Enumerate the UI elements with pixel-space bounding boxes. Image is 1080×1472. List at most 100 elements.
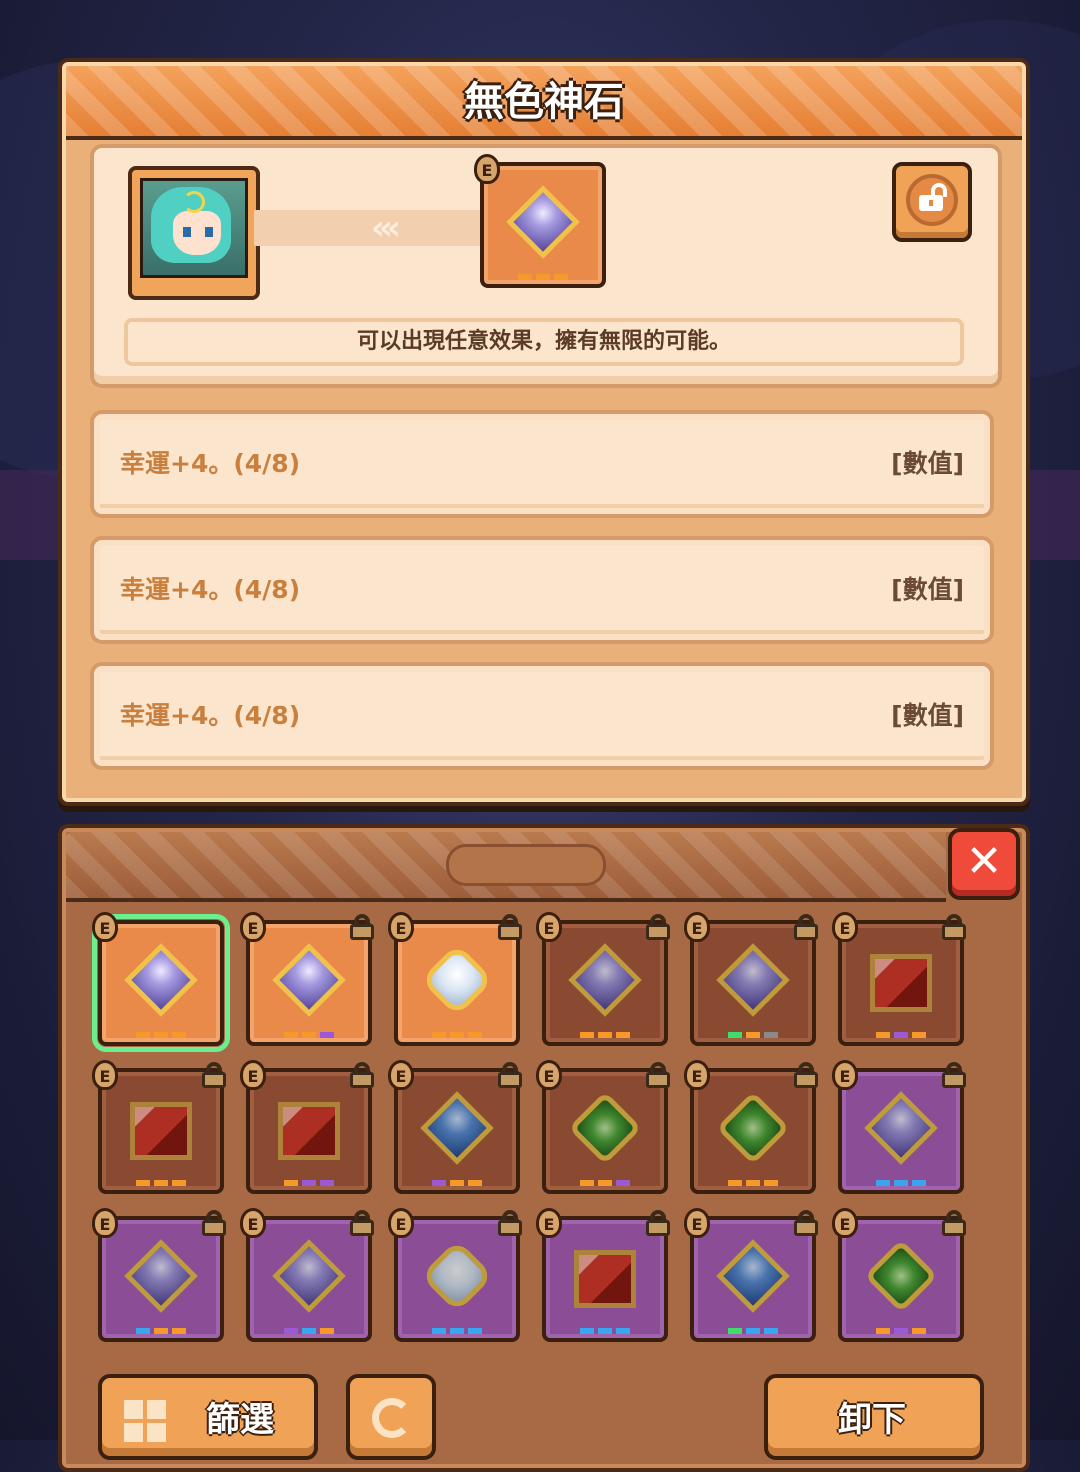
green-gem-icon <box>716 1091 790 1165</box>
avatar-eye <box>183 227 191 237</box>
quality-pip <box>302 1180 316 1186</box>
quality-pip <box>284 1032 298 1038</box>
quality-pip <box>172 1180 186 1186</box>
lock-icon <box>644 1210 672 1236</box>
lock-icon <box>348 1210 376 1236</box>
inventory-slot[interactable]: E <box>832 1208 966 1342</box>
white-gem-icon <box>420 943 494 1017</box>
quality-pip <box>876 1032 890 1038</box>
violet-gem-icon <box>568 943 642 1017</box>
lock-icon <box>496 1210 524 1236</box>
quality-pip <box>894 1032 908 1038</box>
quality-pips <box>842 1032 960 1038</box>
lock-icon <box>348 914 376 940</box>
inventory-slot[interactable]: E <box>684 912 818 1046</box>
effect-tag: [數值] <box>891 449 964 478</box>
lock-toggle-button[interactable] <box>892 162 972 242</box>
quality-pips <box>546 1180 664 1186</box>
inventory-slot[interactable]: E <box>832 912 966 1046</box>
quality-pip <box>154 1180 168 1186</box>
violet-gem-icon <box>124 943 198 1017</box>
quality-pip <box>432 1328 446 1334</box>
character-portrait[interactable] <box>128 166 260 300</box>
inventory-slot[interactable]: E <box>832 1060 966 1194</box>
close-button[interactable]: ✕ <box>948 828 1020 900</box>
inventory-slot[interactable]: E <box>92 912 230 1052</box>
inventory-header <box>66 832 946 902</box>
equip-badge: E <box>832 1060 858 1090</box>
quality-pip <box>894 1328 908 1334</box>
violet-gem-icon <box>272 943 346 1017</box>
red-gem-icon <box>870 954 932 1012</box>
unequip-button[interactable]: 卸下 <box>764 1374 984 1460</box>
inventory-slot[interactable]: E <box>240 1208 374 1342</box>
inventory-slot[interactable]: E <box>92 1208 226 1342</box>
quality-pip <box>598 1328 612 1334</box>
quality-pip <box>616 1032 630 1038</box>
quality-pips <box>842 1328 960 1334</box>
quality-pip <box>136 1180 150 1186</box>
quality-pip <box>598 1032 612 1038</box>
lock-icon <box>792 914 820 940</box>
inventory-slot[interactable]: E <box>536 1060 670 1194</box>
quality-pip <box>580 1032 594 1038</box>
effect-tag: [數值] <box>891 701 964 730</box>
quality-pip <box>746 1032 760 1038</box>
refresh-button[interactable] <box>346 1374 436 1460</box>
quality-pip <box>616 1328 630 1334</box>
inventory-slot[interactable]: E <box>92 1060 226 1194</box>
page-title: 無色神石 <box>464 79 624 125</box>
inventory-slot[interactable]: E <box>388 1060 522 1194</box>
transfer-arrow-track: ‹‹‹ <box>254 210 512 246</box>
equip-badge: E <box>536 1208 562 1238</box>
quality-pips <box>546 1032 664 1038</box>
equipped-item-slot[interactable]: E <box>474 154 606 288</box>
header-pill <box>446 844 606 886</box>
quality-pip <box>450 1328 464 1334</box>
quality-pips <box>694 1032 812 1038</box>
inventory-slot[interactable]: E <box>240 912 374 1046</box>
quality-pip <box>912 1032 926 1038</box>
lock-icon <box>644 914 672 940</box>
inventory-slot[interactable]: E <box>684 1208 818 1342</box>
arrows-left-icon: ‹‹‹ <box>370 208 401 248</box>
equip-badge: E <box>474 154 500 184</box>
quality-pip <box>764 1032 778 1038</box>
inventory-slot[interactable]: E <box>388 912 522 1046</box>
effect-text: 幸運+4。(4/8) <box>120 701 301 730</box>
lock-icon <box>496 1062 524 1088</box>
equip-badge: E <box>240 1208 266 1238</box>
equip-badge: E <box>92 1060 118 1090</box>
effect-row[interactable]: 幸運+4。(4/8) [數值] <box>90 662 994 770</box>
equip-badge: E <box>684 1208 710 1238</box>
red-gem-icon <box>130 1102 192 1160</box>
quality-pips <box>842 1180 960 1186</box>
red-gem-icon <box>278 1102 340 1160</box>
effect-row[interactable]: 幸運+4。(4/8) [數值] <box>90 536 994 644</box>
inventory-slot[interactable]: E <box>536 912 670 1046</box>
quality-pip <box>580 1328 594 1334</box>
lock-icon <box>792 1210 820 1236</box>
quality-pip <box>432 1032 446 1038</box>
inventory-slot[interactable]: E <box>536 1208 670 1342</box>
inventory-slot[interactable]: E <box>240 1060 374 1194</box>
quality-pip <box>320 1180 334 1186</box>
filter-button[interactable]: 篩選 <box>98 1374 318 1460</box>
equip-badge: E <box>536 1060 562 1090</box>
quality-pips <box>484 274 602 280</box>
open-lock-icon <box>917 183 947 213</box>
grid-icon <box>124 1400 166 1442</box>
item-info-box: ‹‹‹ E 可以出現任意效果，擁有無限的可能。 <box>90 144 1002 388</box>
quality-pip <box>154 1328 168 1334</box>
effect-row[interactable]: 幸運+4。(4/8) [數值] <box>90 410 994 518</box>
inventory-slot[interactable]: E <box>388 1208 522 1342</box>
green-gem-icon <box>568 1091 642 1165</box>
inventory-slot[interactable]: E <box>684 1060 818 1194</box>
quality-pips <box>694 1180 812 1186</box>
quality-pips <box>102 1328 220 1334</box>
quality-pip <box>302 1328 316 1334</box>
white-gem-icon <box>420 1239 494 1313</box>
lock-icon <box>496 914 524 940</box>
equip-badge: E <box>240 912 266 942</box>
title-bar: 無色神石 <box>66 66 1022 140</box>
